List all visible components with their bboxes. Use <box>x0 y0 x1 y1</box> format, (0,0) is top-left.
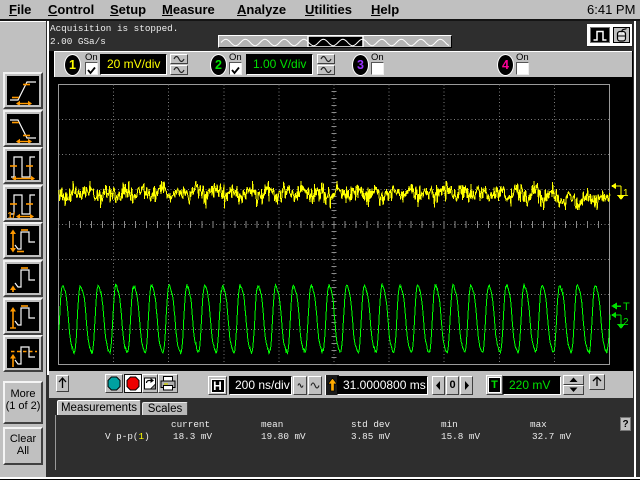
svg-text:T: T <box>623 301 630 313</box>
svg-text:1: 1 <box>623 188 629 199</box>
svg-text:2: 2 <box>623 317 629 328</box>
svg-text:1/: 1/ <box>8 211 16 219</box>
